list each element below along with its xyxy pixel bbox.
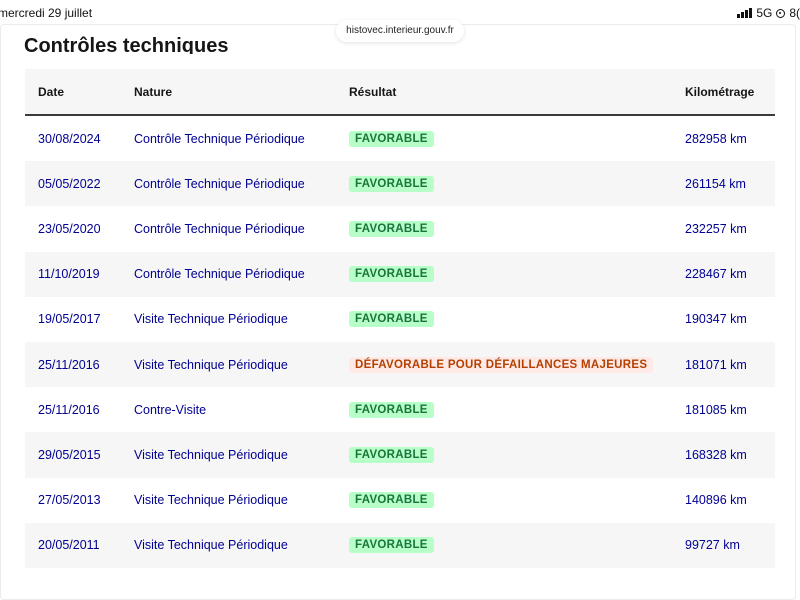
row-result: FAVORABLE <box>336 220 672 237</box>
row-date: 05/05/2022 <box>38 176 101 191</box>
table-row: 05/05/2022 Contrôle Technique Périodique F… <box>25 161 775 207</box>
status-badge-favorable: FAVORABLE <box>349 266 434 283</box>
row-nature: Visite Technique Périodique <box>134 493 288 508</box>
row-result: FAVORABLE <box>336 492 672 509</box>
row-km: 282958 km <box>685 131 747 146</box>
table-row: 29/05/2015 Visite Technique Périodique FAV… <box>25 432 775 478</box>
status-badge-favorable: FAVORABLE <box>349 492 434 509</box>
header-result: Résultat <box>349 84 397 99</box>
url-bar[interactable]: histovec.interieur.gouv.fr <box>336 20 464 42</box>
row-km: 228467 km <box>685 267 747 282</box>
row-km: 181071 km <box>685 357 747 372</box>
battery-label: 8( <box>789 6 800 20</box>
row-nature: Contrôle Technique Périodique <box>134 131 305 146</box>
table-row: 25/11/2016 Contre-Visite FAVORABLE 181085 k… <box>25 387 775 432</box>
status-indicators: 5G 8( <box>737 6 800 20</box>
status-badge-favorable: FAVORABLE <box>349 220 434 237</box>
network-label: 5G <box>756 6 773 20</box>
row-result: FAVORABLE <box>336 175 672 192</box>
status-badge-favorable: FAVORABLE <box>349 130 434 147</box>
table-row: 20/05/2011 Visite Technique Périodique FAV… <box>25 522 775 568</box>
table-row: 23/05/2020 Contrôle Technique Périodique F… <box>25 206 775 251</box>
row-date: 11/10/2019 <box>38 267 100 282</box>
signal-icon <box>737 8 753 18</box>
row-result: DÉFAVORABLE POUR DÉFAILLANCES MAJEURES <box>336 356 672 373</box>
row-result: FAVORABLE <box>336 311 672 328</box>
row-nature: Visite Technique Périodique <box>134 357 288 372</box>
header-date: Date <box>38 84 65 99</box>
row-date: 23/05/2020 <box>38 221 101 236</box>
table-row: 11/10/2019 Contrôle Technique Périodique F… <box>25 251 775 297</box>
table-body: 30/08/2024 Contrôle Technique Périodique F… <box>25 116 775 568</box>
table-row: 27/05/2013 Visite Technique Périodique FAV… <box>25 478 775 523</box>
header-nature: Nature <box>134 84 173 99</box>
page: mercredi 29 juillet 5G 8( histovec.inter… <box>0 0 800 600</box>
status-badge-favorable: FAVORABLE <box>349 175 434 192</box>
row-km: 181085 km <box>685 402 747 417</box>
row-km: 261154 km <box>685 176 746 191</box>
row-date: 25/11/2016 <box>38 402 100 417</box>
row-km: 190347 km <box>685 312 747 327</box>
row-km: 232257 km <box>685 221 747 236</box>
controls-table: Date Nature Résultat Kilométrage 30/08/2… <box>25 69 775 568</box>
row-nature: Visite Technique Périodique <box>134 538 288 553</box>
row-nature: Contrôle Technique Périodique <box>134 176 305 191</box>
row-date: 27/05/2013 <box>38 493 101 508</box>
row-date: 19/05/2017 <box>38 312 101 327</box>
status-date: mercredi 29 juillet <box>0 6 93 20</box>
row-km: 99727 km <box>685 538 740 553</box>
row-nature: Visite Technique Périodique <box>134 312 288 327</box>
status-badge-favorable: FAVORABLE <box>349 401 434 418</box>
table-header: Date Nature Résultat Kilométrage <box>25 69 775 116</box>
row-date: 30/08/2024 <box>38 131 101 146</box>
row-result: FAVORABLE <box>336 537 672 554</box>
status-badge-favorable: FAVORABLE <box>349 446 434 463</box>
row-km: 168328 km <box>685 447 747 462</box>
row-nature: Contre-Visite <box>134 402 207 417</box>
status-badge-favorable: FAVORABLE <box>349 537 434 554</box>
table-row: 30/08/2024 Contrôle Technique Périodique F… <box>25 116 775 161</box>
table-row: 19/05/2017 Visite Technique Périodique FAV… <box>25 297 775 342</box>
header-km: Kilométrage <box>685 84 755 99</box>
row-date: 25/11/2016 <box>38 357 100 372</box>
status-badge-unfavorable: DÉFAVORABLE POUR DÉFAILLANCES MAJEURES <box>349 356 654 373</box>
row-km: 140896 km <box>685 493 747 508</box>
location-icon <box>776 8 786 18</box>
row-nature: Contrôle Technique Périodique <box>134 221 305 236</box>
row-nature: Visite Technique Périodique <box>134 447 288 462</box>
row-result: FAVORABLE <box>336 266 672 283</box>
row-date: 20/05/2011 <box>38 538 100 553</box>
section-title-text: Contrôles techniques <box>24 35 229 54</box>
row-date: 29/05/2015 <box>38 447 101 462</box>
row-result: FAVORABLE <box>336 130 672 147</box>
status-badge-favorable: FAVORABLE <box>349 311 434 328</box>
row-nature: Contrôle Technique Périodique <box>134 267 305 282</box>
table-row: 25/11/2016 Visite Technique Périodique DÉF… <box>25 341 775 388</box>
row-result: FAVORABLE <box>336 446 672 463</box>
row-result: FAVORABLE <box>336 401 672 418</box>
section-title: Contrôles techniques <box>24 30 228 54</box>
